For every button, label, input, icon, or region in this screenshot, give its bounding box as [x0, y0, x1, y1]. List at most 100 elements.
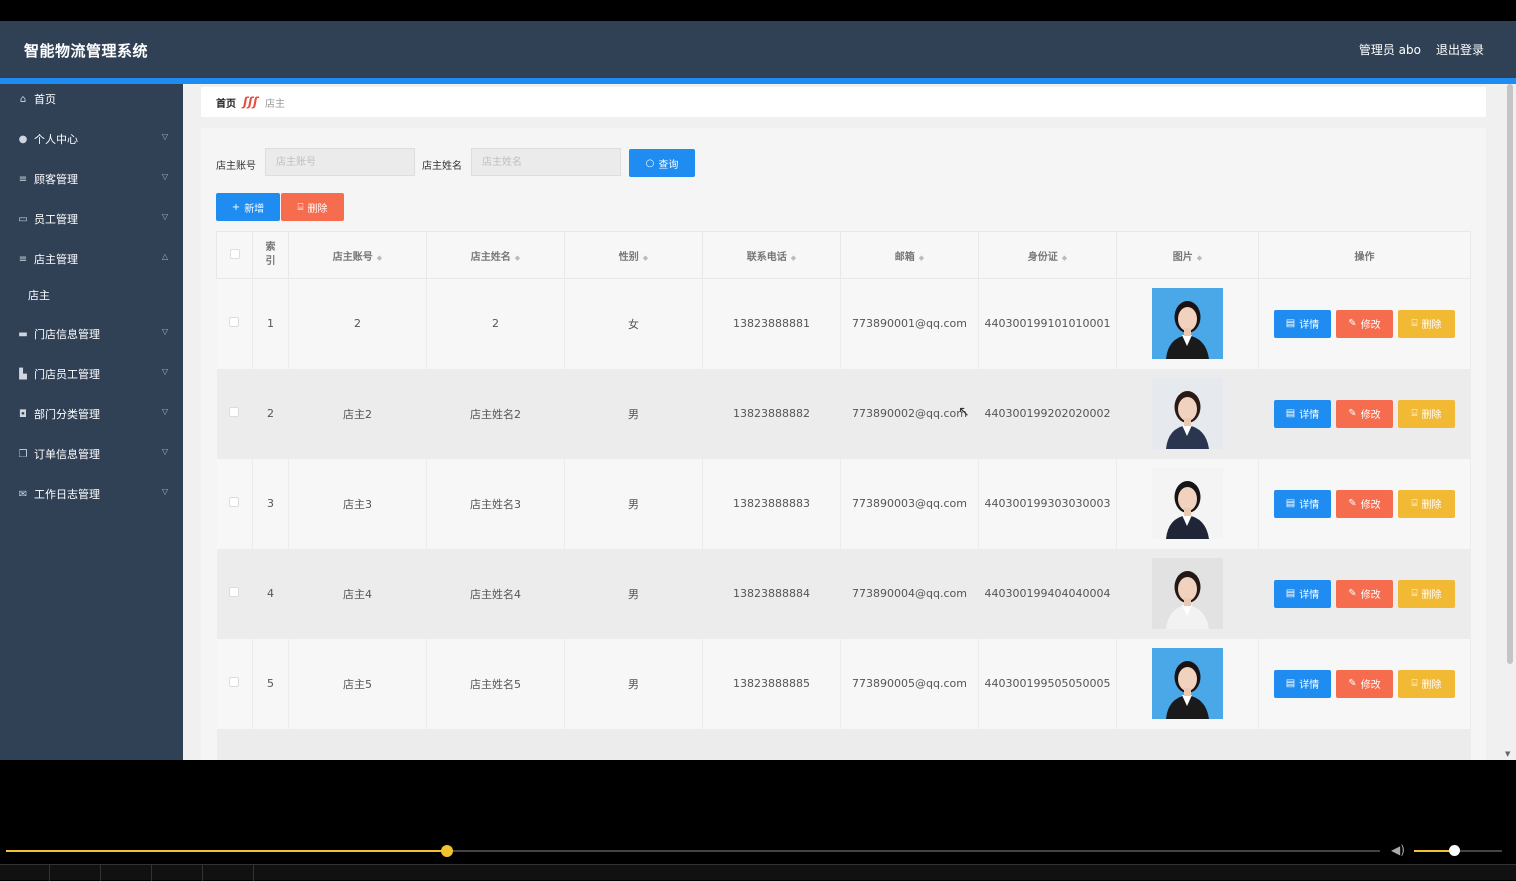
header-name[interactable]: 店主姓名 ◆ [426, 231, 565, 279]
player-segment[interactable] [0, 865, 50, 881]
owner-photo[interactable] [1152, 558, 1223, 629]
sort-icon[interactable]: ◆ [919, 254, 924, 262]
breadcrumb-home[interactable]: 首页 [216, 95, 236, 110]
delete-button[interactable]: ⌸ 删除 [1398, 399, 1455, 428]
sidebar-item-home[interactable]: ⌂ 首页 [0, 84, 183, 114]
pencil-icon: ✎ [1348, 408, 1357, 419]
edit-button[interactable]: ✎ 修改 [1336, 399, 1393, 428]
sidebar-item-store-info[interactable]: ▬ 门店信息管理 ▽ [0, 319, 183, 349]
detail-button[interactable]: ▤ 详情 [1274, 669, 1331, 698]
sort-icon[interactable]: ◆ [377, 254, 382, 262]
owner-photo[interactable] [1152, 468, 1223, 539]
header-account[interactable]: 店主账号 ◆ [288, 231, 427, 279]
row-select-cell[interactable] [216, 548, 253, 639]
detail-button[interactable]: ▤ 详情 [1274, 579, 1331, 608]
shop-icon: ▬ [18, 328, 28, 340]
logout-link[interactable]: 退出登录 [1436, 41, 1484, 58]
table-row: 3 店主3 店主姓名3 男 13823888883 773890003@qq.com 440… [216, 458, 1471, 549]
sort-icon[interactable]: ◆ [791, 254, 796, 262]
delete-button[interactable]: ⌸ 删除 [1398, 579, 1455, 608]
list-icon: ≡ [18, 173, 28, 185]
cell-photo [1116, 638, 1259, 729]
cell-id-card: 440300199505050005 [978, 638, 1117, 729]
pencil-icon: ✎ [1348, 678, 1357, 689]
edit-button[interactable]: ✎ 修改 [1336, 579, 1393, 608]
query-button[interactable]: ○ 查询 [629, 149, 695, 177]
sidebar-item-work-logs[interactable]: ✉ 工作日志管理 ▽ [0, 479, 183, 509]
header-email[interactable]: 邮箱 ◆ [840, 231, 979, 279]
main-content: 首页 ʃʃʃ 店主 店主账号 店主姓名 ○ 查询 + 新增 ⌸ 删除 [183, 84, 1504, 760]
volume-slider[interactable] [1414, 845, 1502, 856]
row-checkbox[interactable] [229, 407, 240, 417]
account-search-input[interactable] [265, 148, 415, 176]
sidebar-item-label: 店主管理 [34, 253, 78, 266]
edit-button[interactable]: ✎ 修改 [1336, 309, 1393, 338]
current-user-label: 管理员 abo [1358, 43, 1421, 57]
row-select-cell[interactable] [216, 638, 253, 729]
cell-phone: 13823888883 [702, 458, 841, 549]
sort-icon[interactable]: ◆ [1197, 254, 1202, 262]
sidebar-subitem-owner[interactable]: 店主 [0, 280, 183, 310]
sidebar-item-label: 员工管理 [34, 213, 78, 226]
row-checkbox[interactable] [229, 317, 240, 328]
owner-photo[interactable] [1152, 378, 1223, 449]
seek-bar[interactable] [6, 845, 1380, 857]
row-checkbox[interactable] [229, 497, 240, 507]
batch-delete-button[interactable]: ⌸ 删除 [281, 193, 344, 221]
row-checkbox[interactable] [229, 677, 240, 687]
header-photo[interactable]: 图片 ◆ [1116, 231, 1259, 279]
sidebar-item-departments[interactable]: ◘ 部门分类管理 ▽ [0, 399, 183, 429]
vertical-scrollbar[interactable]: ▼ [1504, 84, 1516, 760]
row-select-cell[interactable] [216, 458, 253, 549]
sidebar-item-store-staff[interactable]: ▙ 门店员工管理 ▽ [0, 359, 183, 389]
owner-photo[interactable] [1152, 288, 1223, 360]
name-search-input[interactable] [471, 148, 621, 176]
player-segment[interactable] [152, 865, 203, 881]
detail-button[interactable]: ▤ 详情 [1274, 399, 1331, 428]
scrollbar-thumb[interactable] [1507, 84, 1513, 664]
sidebar-item-label: 个人中心 [34, 133, 78, 146]
sidebar-item-owners[interactable]: ≡ 店主管理 △ [0, 244, 183, 274]
sidebar-item-customers[interactable]: ≡ 顾客管理 ▽ [0, 164, 183, 194]
edit-button[interactable]: ✎ 修改 [1336, 669, 1393, 698]
row-select-cell[interactable] [216, 278, 253, 369]
sidebar-item-personal-center[interactable]: ● 个人中心 ▽ [0, 124, 183, 154]
sidebar-item-orders[interactable]: ❐ 订单信息管理 ▽ [0, 439, 183, 469]
table-row [216, 728, 1471, 760]
trash-icon: ⌸ [1411, 318, 1418, 330]
player-segment[interactable] [203, 865, 254, 881]
select-all-checkbox[interactable] [229, 248, 240, 259]
header-phone[interactable]: 联系电话 ◆ [702, 231, 841, 279]
header-id-card[interactable]: 身份证 ◆ [978, 231, 1117, 279]
query-button-label: 查询 [658, 159, 679, 171]
owner-photo[interactable] [1152, 648, 1223, 719]
edit-button[interactable]: ✎ 修改 [1336, 489, 1393, 518]
volume-knob[interactable] [1448, 845, 1460, 856]
detail-button[interactable]: ▤ 详情 [1274, 309, 1331, 338]
sort-icon[interactable]: ◆ [1062, 254, 1067, 262]
seek-bar-knob[interactable] [441, 845, 454, 857]
scroll-down-icon[interactable]: ▼ [1505, 750, 1510, 758]
delete-button-label: 删除 [1421, 590, 1442, 601]
delete-button[interactable]: ⌸ 删除 [1398, 669, 1455, 698]
row-select-cell[interactable] [216, 368, 253, 459]
volume-icon[interactable]: ◀) [1391, 843, 1405, 857]
table-header-row: 索引 店主账号 ◆ 店主姓名 ◆ 性别 ◆ 联系电话 ◆ 邮箱 ◆ 身份证 ◆ 图片 ◆ 操作 [216, 231, 1471, 279]
sidebar-item-employees[interactable]: ▭ 员工管理 ▽ [0, 204, 183, 234]
trash-icon: ⌸ [1411, 588, 1418, 599]
delete-button[interactable]: ⌸ 删除 [1398, 489, 1455, 518]
row-checkbox[interactable] [229, 587, 240, 597]
select-all-cell[interactable] [216, 231, 253, 279]
detail-button[interactable]: ▤ 详情 [1274, 489, 1331, 518]
top-header: 智能物流管理系统 管理员 abo 退出登录 [0, 21, 1516, 78]
player-segment[interactable] [101, 865, 152, 881]
header-ops: 操作 [1258, 231, 1471, 279]
sort-icon[interactable]: ◆ [643, 254, 648, 262]
player-segment[interactable] [50, 865, 101, 881]
sort-icon[interactable]: ◆ [515, 254, 520, 262]
header-gender[interactable]: 性别 ◆ [564, 231, 703, 279]
delete-button[interactable]: ⌸ 删除 [1398, 309, 1455, 338]
add-button[interactable]: + 新增 [216, 193, 280, 221]
thumb-icon: ▙ [19, 368, 27, 380]
cell-phone: 13823888884 [702, 548, 841, 639]
